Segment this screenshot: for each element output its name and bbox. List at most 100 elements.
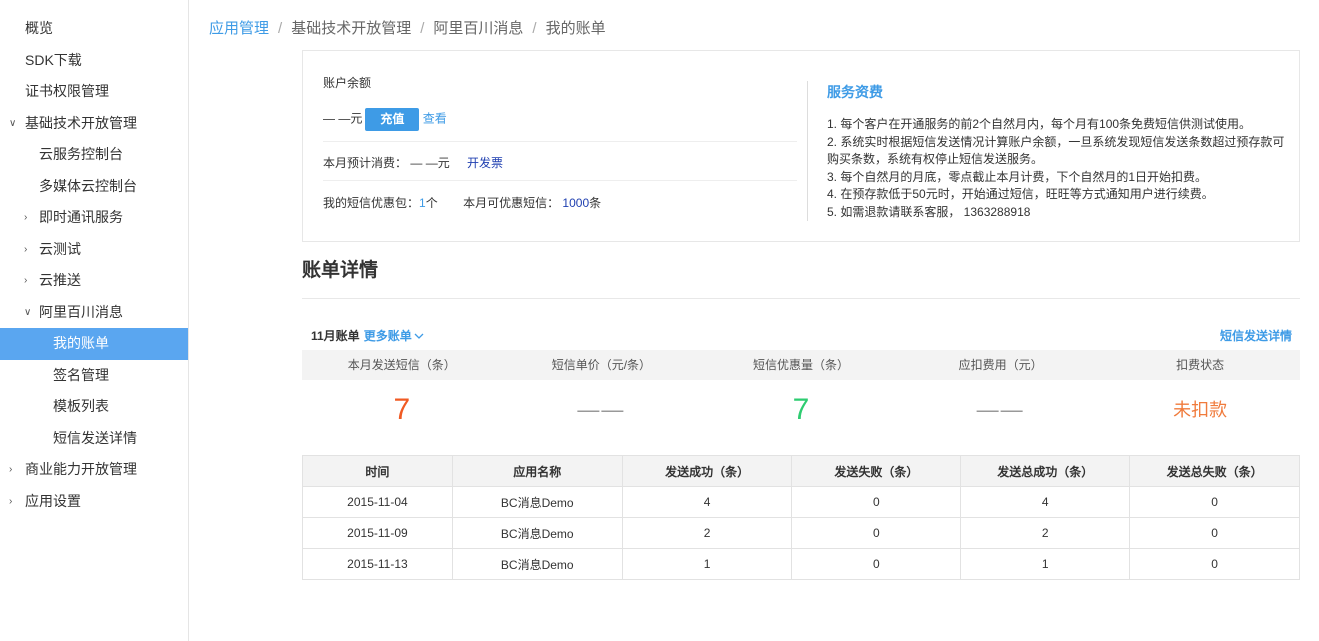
cell-time: 2015-11-13 — [302, 548, 453, 580]
service-fee-rule: 2. 系统实时根据短信发送情况计算账户余额，一旦系统发现短信发送条数超过预存款可… — [827, 134, 1285, 167]
cell-failed: 0 — [791, 517, 962, 549]
breadcrumb-separator: / — [532, 20, 537, 37]
sidebar-item-signature-management[interactable]: 签名管理 — [0, 360, 188, 392]
sidebar-item-cloud-console[interactable]: 云服务控制台 — [0, 139, 188, 171]
recharge-button[interactable]: 充值 — [365, 108, 420, 131]
sidebar-item-app-settings[interactable]: › 应用设置 — [0, 486, 188, 518]
sidebar-item-im-service[interactable]: › 即时通讯服务 — [0, 202, 188, 234]
account-panel: 账户余额 — —元 充值 查看 本月预计消费： — —元 开发票 我的短信优惠包：… — [302, 50, 1300, 242]
stats-header-discount: 短信优惠量（条） — [752, 358, 849, 372]
vertical-divider — [807, 81, 808, 221]
sidebar-item-label: 短信发送详情 — [53, 429, 137, 446]
chevron-down-icon: ∨ — [24, 306, 32, 318]
current-month: 11月账单 — [311, 329, 360, 343]
chevron-down-icon — [414, 333, 424, 340]
divider — [323, 141, 797, 142]
sidebar-item-label: 商业能力开放管理 — [25, 461, 137, 477]
breadcrumb-basic-tech[interactable]: 基础技术开放管理 — [291, 20, 411, 37]
discount-unit: 条 — [589, 196, 602, 210]
cell-total-success: 1 — [960, 548, 1131, 580]
stats-header-unit-price: 短信单价（元/条） — [551, 358, 652, 372]
sidebar-item-label: 应用设置 — [25, 492, 81, 509]
column-header-total-failed: 发送总失败（条） — [1129, 455, 1300, 487]
package-label: 我的短信优惠包： — [323, 196, 420, 210]
discount-label: 本月可优惠短信： — [463, 196, 560, 210]
cell-total-failed: 0 — [1129, 548, 1300, 580]
sidebar-item-label: 云服务控制台 — [39, 146, 123, 162]
stats-values: 7 —— 7 —— 未扣款 — [302, 380, 1300, 440]
invoice-link[interactable]: 开发票 — [467, 156, 503, 170]
package-count[interactable]: 1 — [419, 196, 426, 210]
balance-value: — —元 — [323, 111, 363, 126]
sidebar-item-cloud-push[interactable]: › 云推送 — [0, 265, 188, 297]
sidebar-item-overview[interactable]: 概览 — [0, 13, 188, 45]
chevron-right-icon: › — [9, 495, 13, 507]
table-row: 2015-11-04 BC消息Demo 4 0 4 0 — [302, 486, 1300, 518]
sidebar-item-baichuan-message[interactable]: ∨ 阿里百川消息 — [0, 297, 188, 329]
column-header-time: 时间 — [302, 455, 453, 487]
sidebar-item-business-capability[interactable]: › 商业能力开放管理 — [0, 454, 188, 486]
breadcrumb-current-page: 我的账单 — [545, 20, 606, 37]
cell-app-name: BC消息Demo — [451, 548, 623, 580]
table-header-row: 时间 应用名称 发送成功（条） 发送失败（条） 发送总成功（条） 发送总失败（条… — [302, 455, 1300, 487]
monthly-estimate-label: 本月预计消费： — [323, 156, 408, 170]
sidebar-item-label: 阿里百川消息 — [39, 303, 123, 320]
sidebar: 概览 SDK下载 证书权限管理 ∨ 基础技术开放管理 云服务控制台 多媒体云控制台… — [0, 0, 189, 641]
stat-sent-count: 7 — [393, 393, 411, 426]
service-fee-title: 服务资费 — [827, 84, 883, 100]
stats-header-fee: 应扣费用（元） — [958, 358, 1043, 372]
month-selector: 11月账单 更多账单 — [311, 327, 424, 344]
sidebar-item-sdk-download[interactable]: SDK下载 — [0, 45, 188, 77]
sidebar-item-template-list[interactable]: 模板列表 — [0, 391, 188, 423]
monthly-estimate-value: — —元 — [410, 156, 450, 170]
sidebar-item-label: 云推送 — [39, 272, 81, 288]
sidebar-item-my-bill[interactable]: 我的账单 — [0, 328, 188, 360]
sidebar-item-label: 即时通讯服务 — [39, 209, 123, 225]
service-fee-rule: 3. 每个自然月的月底，零点截止本月计费，下个自然月的1日开始扣费。 — [827, 169, 1208, 184]
sidebar-item-basic-tech[interactable]: ∨ 基础技术开放管理 — [0, 108, 188, 140]
breadcrumb-baichuan-message[interactable]: 阿里百川消息 — [433, 20, 523, 37]
column-header-success: 发送成功（条） — [621, 455, 793, 487]
sidebar-item-cert-permissions[interactable]: 证书权限管理 — [0, 76, 188, 108]
divider — [323, 180, 797, 181]
sidebar-item-label: 证书权限管理 — [25, 83, 109, 99]
cell-total-failed: 0 — [1129, 517, 1300, 549]
send-records-table: 时间 应用名称 发送成功（条） 发送失败（条） 发送总成功（条） 发送总失败（条… — [302, 455, 1300, 580]
stats-header-status: 扣费状态 — [1176, 358, 1225, 372]
table-row: 2015-11-13 BC消息Demo 1 0 1 0 — [302, 548, 1300, 580]
stat-fee: —— — [976, 397, 1025, 422]
cell-app-name: BC消息Demo — [451, 517, 623, 549]
breadcrumb-separator: / — [420, 20, 425, 37]
sidebar-item-label: 多媒体云控制台 — [39, 177, 137, 194]
more-bills-dropdown[interactable]: 更多账单 — [364, 329, 424, 343]
table-row: 2015-11-09 BC消息Demo 2 0 2 0 — [302, 517, 1300, 549]
sidebar-item-label: 云测试 — [39, 240, 81, 257]
more-bills-label: 更多账单 — [363, 329, 412, 343]
sidebar-item-cloud-test[interactable]: › 云测试 — [0, 234, 188, 266]
stat-payment-status: 未扣款 — [1173, 400, 1228, 420]
chevron-right-icon: › — [9, 464, 13, 475]
service-fee-rule: 1. 每个客户在开通服务的前2个自然月内，每个月有100条免费短信供测试使用。 — [827, 117, 1252, 131]
cell-app-name: BC消息Demo — [451, 486, 623, 518]
discount-count: 1000 — [562, 196, 590, 210]
cell-failed: 0 — [791, 486, 962, 518]
sidebar-item-media-console[interactable]: 多媒体云控制台 — [0, 171, 188, 203]
stats-header: 本月发送短信（条） 短信单价（元/条） 短信优惠量（条） 应扣费用（元） 扣费状… — [302, 350, 1300, 380]
view-link[interactable]: 查看 — [423, 112, 447, 126]
chevron-down-icon: ∨ — [9, 117, 17, 129]
account-summary: 账户余额 — —元 充值 查看 本月预计消费： — —元 开发票 我的短信优惠包：… — [323, 51, 797, 241]
sidebar-item-sms-send-details[interactable]: 短信发送详情 — [0, 423, 188, 455]
cell-total-failed: 0 — [1129, 486, 1300, 518]
sms-send-details-link[interactable]: 短信发送详情 — [1220, 327, 1292, 344]
breadcrumb-app-management[interactable]: 应用管理 — [209, 20, 269, 37]
bill-stats: 本月发送短信（条） 短信单价（元/条） 短信优惠量（条） 应扣费用（元） 扣费状… — [302, 350, 1300, 440]
breadcrumb-separator: / — [278, 20, 283, 37]
stats-header-sent: 本月发送短信（条） — [347, 358, 456, 372]
sidebar-item-label: 概览 — [25, 20, 53, 36]
sidebar-item-label: SDK下载 — [25, 51, 82, 68]
column-header-app-name: 应用名称 — [451, 455, 623, 487]
cell-success: 1 — [621, 548, 793, 580]
divider — [302, 298, 1300, 299]
stat-discount-count: 7 — [792, 393, 810, 426]
breadcrumb: 应用管理 / 基础技术开放管理 / 阿里百川消息 / 我的账单 — [209, 17, 606, 38]
